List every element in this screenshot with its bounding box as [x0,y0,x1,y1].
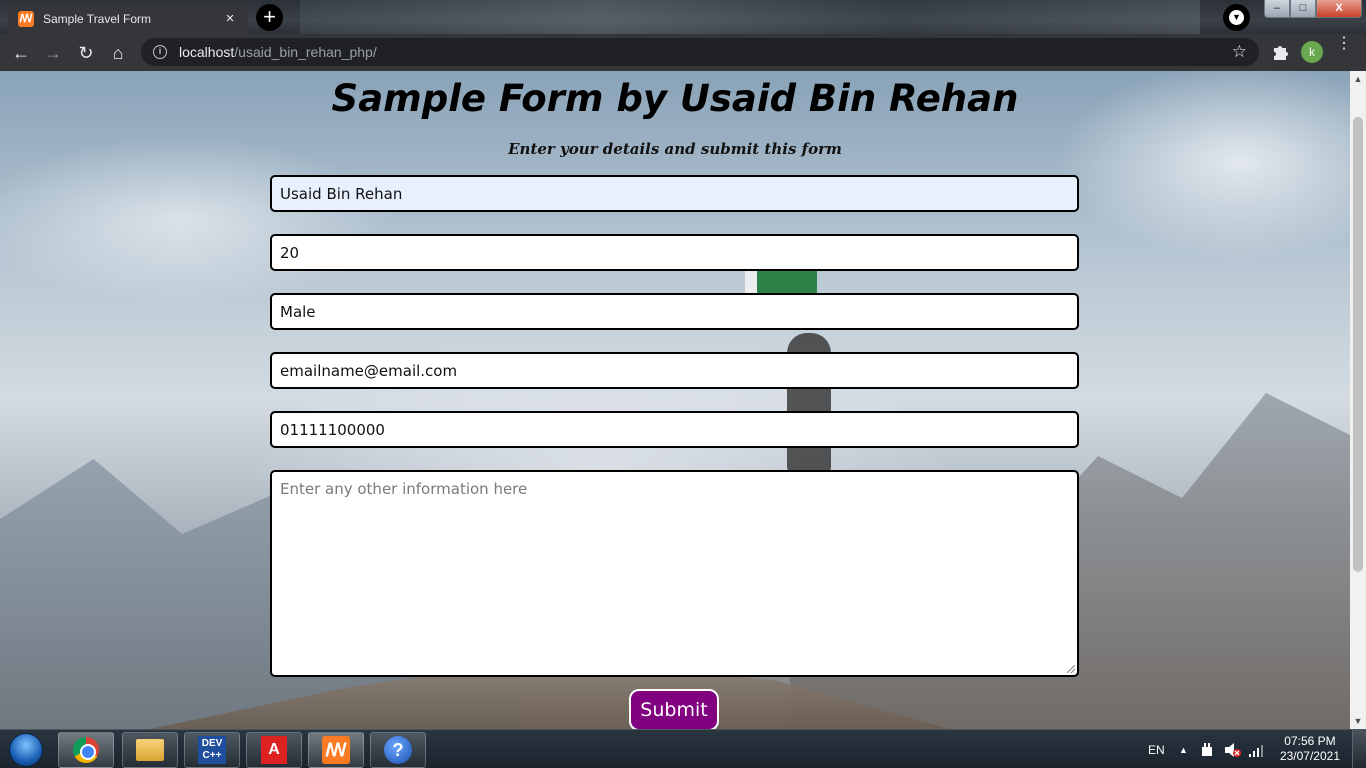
description-textarea[interactable]: Enter any other information here [270,470,1079,677]
network-signal-icon[interactable] [1248,742,1264,758]
clock-date: 23/07/2021 [1279,749,1340,763]
scroll-down-arrow-icon[interactable]: ▼ [1350,713,1366,729]
new-tab-button[interactable]: + [256,4,283,31]
maximize-button[interactable]: □ [1290,0,1316,18]
power-plug-icon[interactable] [1200,742,1214,758]
reload-button[interactable]: ↻ [73,40,99,66]
volume-muted-icon[interactable] [1224,742,1242,758]
taskbar-xampp[interactable]: ꟿ [308,732,364,768]
tab-search-button[interactable]: ▼ [1223,4,1250,31]
phone-input[interactable]: 01111100000 [270,411,1079,448]
show-desktop-button[interactable] [1352,730,1366,768]
email-input[interactable]: emailname@email.com [270,352,1079,389]
page-title: Sample Form by Usaid Bin Rehan [331,77,1019,120]
browser-toolbar: ← → ↻ ⌂ i localhost/usaid_bin_rehan_php/… [0,34,1366,71]
acrobat-icon: A [261,736,287,764]
xampp-icon: ꟿ [322,736,350,764]
address-bar[interactable]: i localhost/usaid_bin_rehan_php/ ☆ [141,38,1259,66]
age-input[interactable]: 20 [270,234,1079,271]
forward-button[interactable]: → [40,40,66,66]
profile-avatar[interactable]: k [1301,41,1323,63]
extensions-puzzle-icon[interactable] [1270,42,1290,62]
window-controls: – □ X [1264,0,1362,18]
browser-tab-strip: ꟿ Sample Travel Form × + ▼ – □ X [0,0,1366,34]
xampp-favicon-icon: ꟿ [18,10,34,27]
folder-icon [136,739,164,761]
windows-taskbar: DEV C++ A ꟿ ? EN ▲ 07:56 PM 23/07/2021 [0,729,1366,768]
close-window-button[interactable]: X [1316,0,1362,18]
home-button[interactable]: ⌂ [105,40,131,66]
taskbar-file-explorer[interactable] [122,732,178,768]
site-info-icon[interactable]: i [153,45,167,59]
description-placeholder: Enter any other information here [280,480,528,498]
chrome-icon [73,737,99,763]
submit-button[interactable]: Submit [629,689,719,729]
tab-sample-travel-form[interactable]: ꟿ Sample Travel Form × [8,3,248,34]
devc-icon: DEV C++ [198,736,226,764]
taskbar-acrobat[interactable]: A [246,732,302,768]
gender-input[interactable]: Male [270,293,1079,330]
tab-close-icon[interactable]: × [222,10,238,27]
tray-overflow-arrow-icon[interactable]: ▲ [1179,730,1188,768]
windows-orb-icon [9,732,43,767]
page-viewport: Sample Form by Usaid Bin Rehan Enter you… [0,71,1350,729]
taskbar-chrome[interactable] [58,732,114,768]
scrollbar-thumb[interactable] [1353,117,1363,572]
bookmark-star-icon[interactable]: ☆ [1232,42,1247,62]
clock-time: 07:56 PM [1284,734,1336,748]
page-scrollbar[interactable]: ▲ ▼ [1350,71,1366,729]
chrome-menu-icon[interactable]: ⋮ [1336,36,1352,52]
tab-title: Sample Travel Form [43,11,152,26]
system-clock[interactable]: 07:56 PM 23/07/2021 [1280,734,1340,764]
minimize-button[interactable]: – [1264,0,1290,18]
taskbar-help[interactable]: ? [370,732,426,768]
language-indicator[interactable]: EN [1148,730,1165,768]
back-button[interactable]: ← [8,40,34,66]
scroll-up-arrow-icon[interactable]: ▲ [1350,71,1366,87]
page-subtitle: Enter your details and submit this form [508,140,842,158]
background-flag [745,269,817,295]
url-path: /usaid_bin_rehan_php/ [234,44,377,60]
start-button[interactable] [4,731,48,768]
taskbar-devc[interactable]: DEV C++ [184,732,240,768]
url-host: localhost [179,44,235,60]
textarea-resize-handle[interactable] [1067,665,1075,673]
address-url: localhost/usaid_bin_rehan_php/ [179,44,377,60]
chevron-down-icon: ▼ [1229,10,1244,25]
help-icon: ? [384,736,412,764]
name-input[interactable]: Usaid Bin Rehan [270,175,1079,212]
